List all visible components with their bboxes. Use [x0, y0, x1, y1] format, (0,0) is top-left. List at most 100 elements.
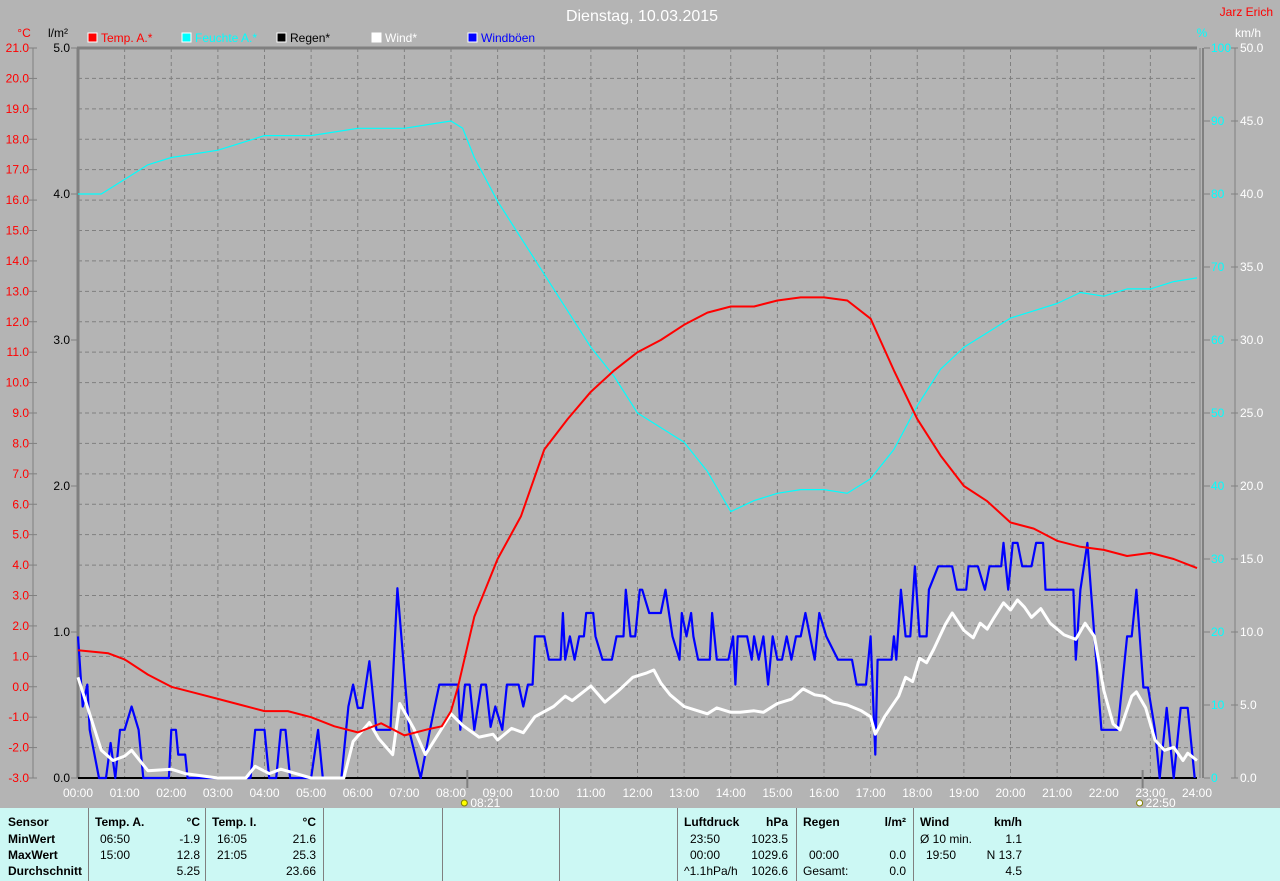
x-tick-label: 18:00 — [902, 786, 932, 800]
x-tick-label: 07:00 — [389, 786, 419, 800]
pressure-max-time: 00:00 — [690, 848, 721, 862]
rain-header: Regen — [803, 815, 840, 829]
temp-tick-label: 3.0 — [12, 589, 29, 603]
x-tick-label: 12:00 — [622, 786, 652, 800]
rain-max: 0.0 — [889, 848, 906, 862]
legend-label: Wind* — [385, 31, 417, 45]
wind-tick-label: 5.0 — [1240, 698, 1257, 712]
legend-swatch — [87, 32, 98, 43]
legend-label: Feuchte A.* — [195, 31, 257, 45]
pressure-avg: 1026.6 — [751, 864, 788, 878]
wind-tick-label: 20.0 — [1240, 479, 1264, 493]
moon-icon — [1136, 799, 1144, 807]
humidity-tick-label: 30 — [1211, 552, 1225, 566]
temp-a-avg: 5.25 — [176, 864, 200, 878]
humidity-tick-label: 0 — [1211, 771, 1218, 785]
temp-tick-label: 8.0 — [12, 436, 29, 450]
rain-total: 0.0 — [889, 864, 906, 878]
temp-tick-label: 20.0 — [6, 71, 30, 85]
humidity-axis-unit: % — [1197, 26, 1208, 40]
humidity-tick-label: 60 — [1211, 333, 1225, 347]
legend-item: Wind* — [371, 31, 417, 45]
col-empty-2 — [442, 808, 559, 881]
wind-tick-label: 30.0 — [1240, 333, 1264, 347]
humidity-tick-label: 100 — [1211, 41, 1231, 55]
tick-labels: 21.0 20.0 19.0 18.0 17.0 16.0 15.0 14.0 13.0 12.0… — [6, 41, 1264, 800]
x-tick-label: 00:00 — [63, 786, 93, 800]
x-tick-label: 20:00 — [995, 786, 1025, 800]
rain-unit: l/m² — [884, 815, 906, 829]
temp-tick-label: 12.0 — [6, 315, 30, 329]
temp-a-min-time: 06:50 — [100, 832, 131, 846]
wind-axis-unit: km/h — [1235, 26, 1261, 40]
temp-i-header: Temp. I. — [212, 815, 257, 829]
humidity-tick-label: 80 — [1211, 187, 1225, 201]
wind-tick-label: 45.0 — [1240, 114, 1264, 128]
pressure-unit: hPa — [765, 815, 788, 829]
temp-i-avg: 23.66 — [285, 864, 316, 878]
wind-tick-label: 25.0 — [1240, 406, 1264, 420]
x-tick-label: 21:00 — [1042, 786, 1072, 800]
temp-tick-label: 2.0 — [12, 619, 29, 633]
rain-tick-label: 4.0 — [53, 187, 70, 201]
x-tick-label: 02:00 — [156, 786, 186, 800]
legend-item: Temp. A.* — [87, 31, 153, 45]
temp-tick-label: 7.0 — [12, 467, 29, 481]
rain-tick-label: 0.0 — [53, 771, 70, 785]
wind-tick-label: 0.0 — [1240, 771, 1257, 785]
wind-tick-label: 35.0 — [1240, 260, 1264, 274]
wind-header: Wind — [920, 815, 950, 829]
x-tick-label: 14:00 — [716, 786, 746, 800]
rain-tick-label: 3.0 — [53, 333, 70, 347]
temp-i-max: 25.3 — [292, 848, 316, 862]
temp-tick-label: 9.0 — [12, 406, 29, 420]
marker-label: 22:50 — [1146, 796, 1176, 808]
x-tick-label: 10:00 — [529, 786, 559, 800]
humidity-tick-label: 50 — [1211, 406, 1225, 420]
wind-max-time: 19:50 — [926, 848, 957, 862]
temp-i-min-time: 16:05 — [217, 832, 248, 846]
col-empty-3 — [559, 808, 677, 881]
humidity-tick-label: 10 — [1211, 698, 1225, 712]
legend-item: Regen* — [276, 31, 330, 45]
x-tick-label: 08:00 — [436, 786, 466, 800]
x-tick-label: 11:00 — [576, 786, 605, 800]
x-tick-label: 17:00 — [856, 786, 886, 800]
pressure-min: 1023.5 — [751, 832, 788, 846]
temp-tick-label: 15.0 — [6, 224, 30, 238]
wind-tick-label: 15.0 — [1240, 552, 1264, 566]
rain-tick-label: 2.0 — [53, 479, 70, 493]
temp-tick-label: 17.0 — [6, 163, 30, 177]
wind-tick-label: 50.0 — [1240, 41, 1264, 55]
col-empty-1 — [323, 808, 442, 881]
temp-tick-label: -1.0 — [8, 710, 29, 724]
temp-a-min: -1.9 — [179, 832, 200, 846]
x-tick-label: 22:00 — [1089, 786, 1119, 800]
legend-label: Regen* — [290, 31, 330, 45]
temp-i-max-time: 21:05 — [217, 848, 248, 862]
x-tick-label: 19:00 — [949, 786, 979, 800]
temp-tick-label: 0.0 — [12, 680, 29, 694]
chart-title: Dienstag, 10.03.2015 — [566, 8, 718, 25]
temp-tick-label: 10.0 — [6, 376, 30, 390]
wind-tick-label: 40.0 — [1240, 187, 1264, 201]
temp-i-min: 21.6 — [292, 832, 316, 846]
humidity-tick-label: 90 — [1211, 114, 1225, 128]
temp-a-unit: °C — [186, 815, 200, 829]
x-tick-label: 16:00 — [809, 786, 839, 800]
x-tick-label: 24:00 — [1182, 786, 1212, 800]
legend-swatch — [181, 32, 192, 43]
temp-tick-label: 11.0 — [7, 345, 30, 359]
pressure-max: 1029.6 — [751, 848, 788, 862]
x-tick-label: 15:00 — [762, 786, 792, 800]
temp-tick-label: 16.0 — [6, 193, 30, 207]
author-label: Jarz Erich — [1220, 5, 1273, 19]
row-label-avg: Durchschnitt — [8, 864, 83, 878]
rain-axis-unit: l/m² — [48, 26, 68, 40]
x-tick-label: 05:00 — [296, 786, 326, 800]
legend: Temp. A.* Feuchte A.* Regen* Wind* Windböen — [87, 31, 535, 45]
temp-tick-label: -2.0 — [8, 741, 29, 755]
rain-max-time: 00:00 — [809, 848, 840, 862]
legend-swatch — [371, 32, 382, 43]
x-tick-label: 03:00 — [203, 786, 233, 800]
